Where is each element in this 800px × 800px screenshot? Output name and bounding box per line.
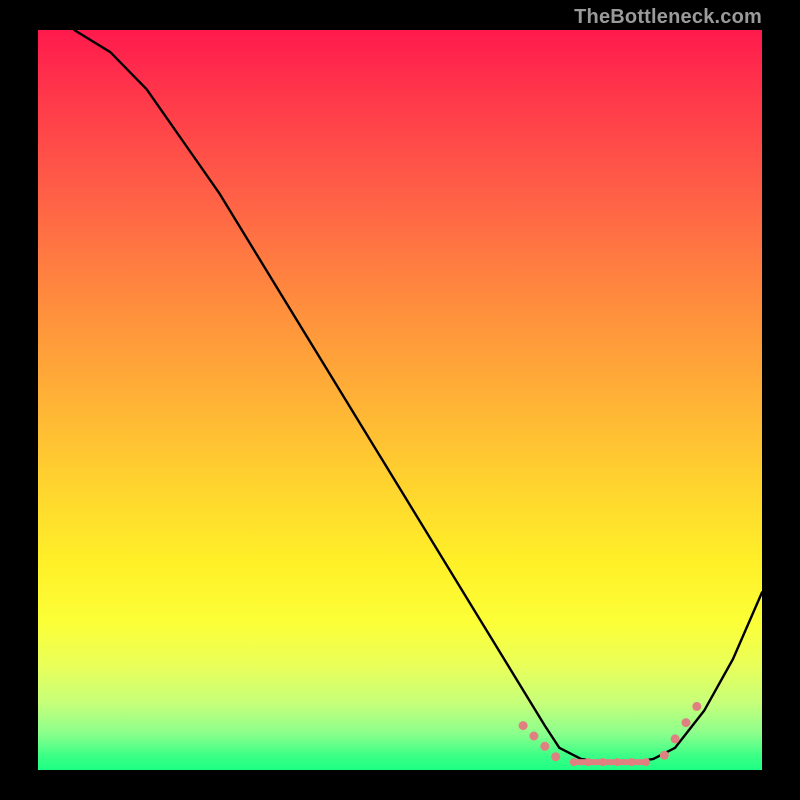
chart-frame: TheBottleneck.com	[0, 0, 800, 800]
band-marker-dot	[613, 758, 621, 766]
band-marker-dot	[671, 734, 680, 743]
band-marker-dot	[642, 758, 650, 766]
band-marker-dot	[529, 732, 538, 741]
band-marker-dot	[682, 718, 691, 727]
band-marker-dot	[540, 742, 549, 751]
band-marker-dot	[692, 702, 701, 711]
band-marker-dot	[584, 758, 592, 766]
band-marker-dot	[551, 752, 560, 761]
band-marker-dot	[570, 758, 578, 766]
band-marker-dot	[628, 758, 636, 766]
bottleneck-curve	[74, 30, 762, 763]
band-marker-dot	[660, 751, 669, 760]
band-marker-dot	[599, 758, 607, 766]
band-marker-dot	[519, 721, 528, 730]
chart-overlay-svg	[0, 0, 800, 800]
